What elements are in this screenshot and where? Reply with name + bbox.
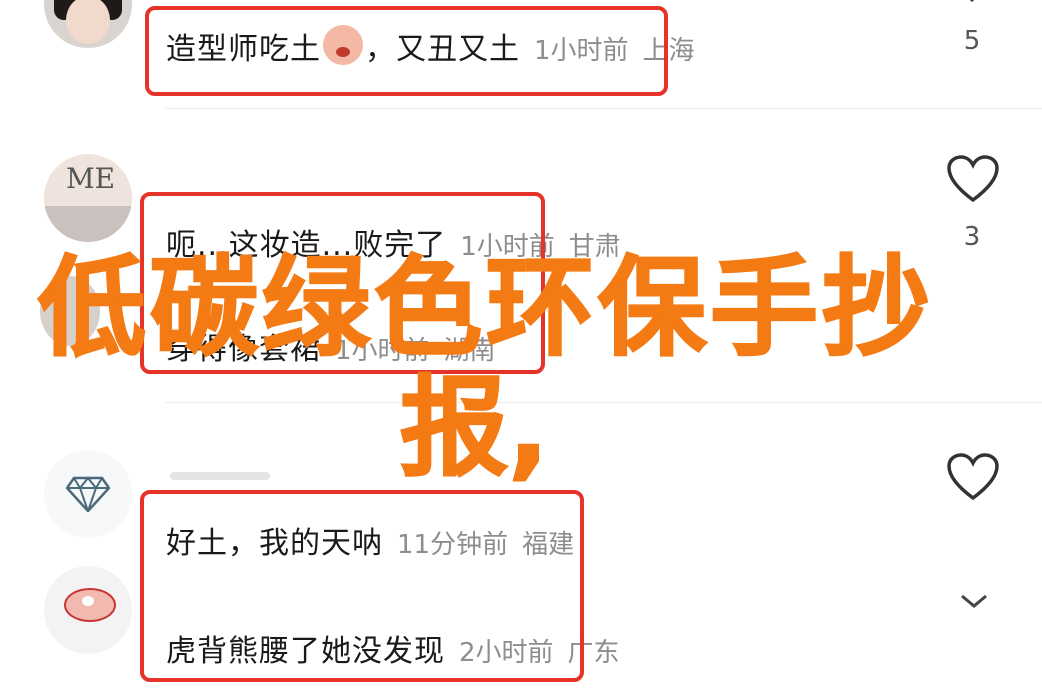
heart-icon[interactable] [946, 154, 1000, 204]
overlay-title-line2: 报, [399, 366, 550, 491]
avatar[interactable] [44, 0, 132, 48]
like-count: 3 [963, 222, 981, 252]
overlay-title-line1: 低碳绿色环保手抄 [37, 246, 935, 371]
divider [165, 402, 1042, 403]
divider [165, 108, 1042, 109]
chevron-down-icon[interactable] [956, 0, 988, 6]
highlight-box [140, 490, 584, 682]
username-placeholder [170, 472, 270, 480]
heart-icon[interactable] [946, 452, 1000, 502]
diamond-icon [66, 476, 110, 512]
avatar[interactable]: ME [44, 154, 132, 242]
like-count: 5 [963, 26, 981, 56]
chevron-down-icon[interactable] [958, 592, 990, 612]
highlight-box [145, 6, 668, 96]
avatar[interactable] [44, 450, 132, 538]
avatar[interactable] [44, 566, 132, 654]
